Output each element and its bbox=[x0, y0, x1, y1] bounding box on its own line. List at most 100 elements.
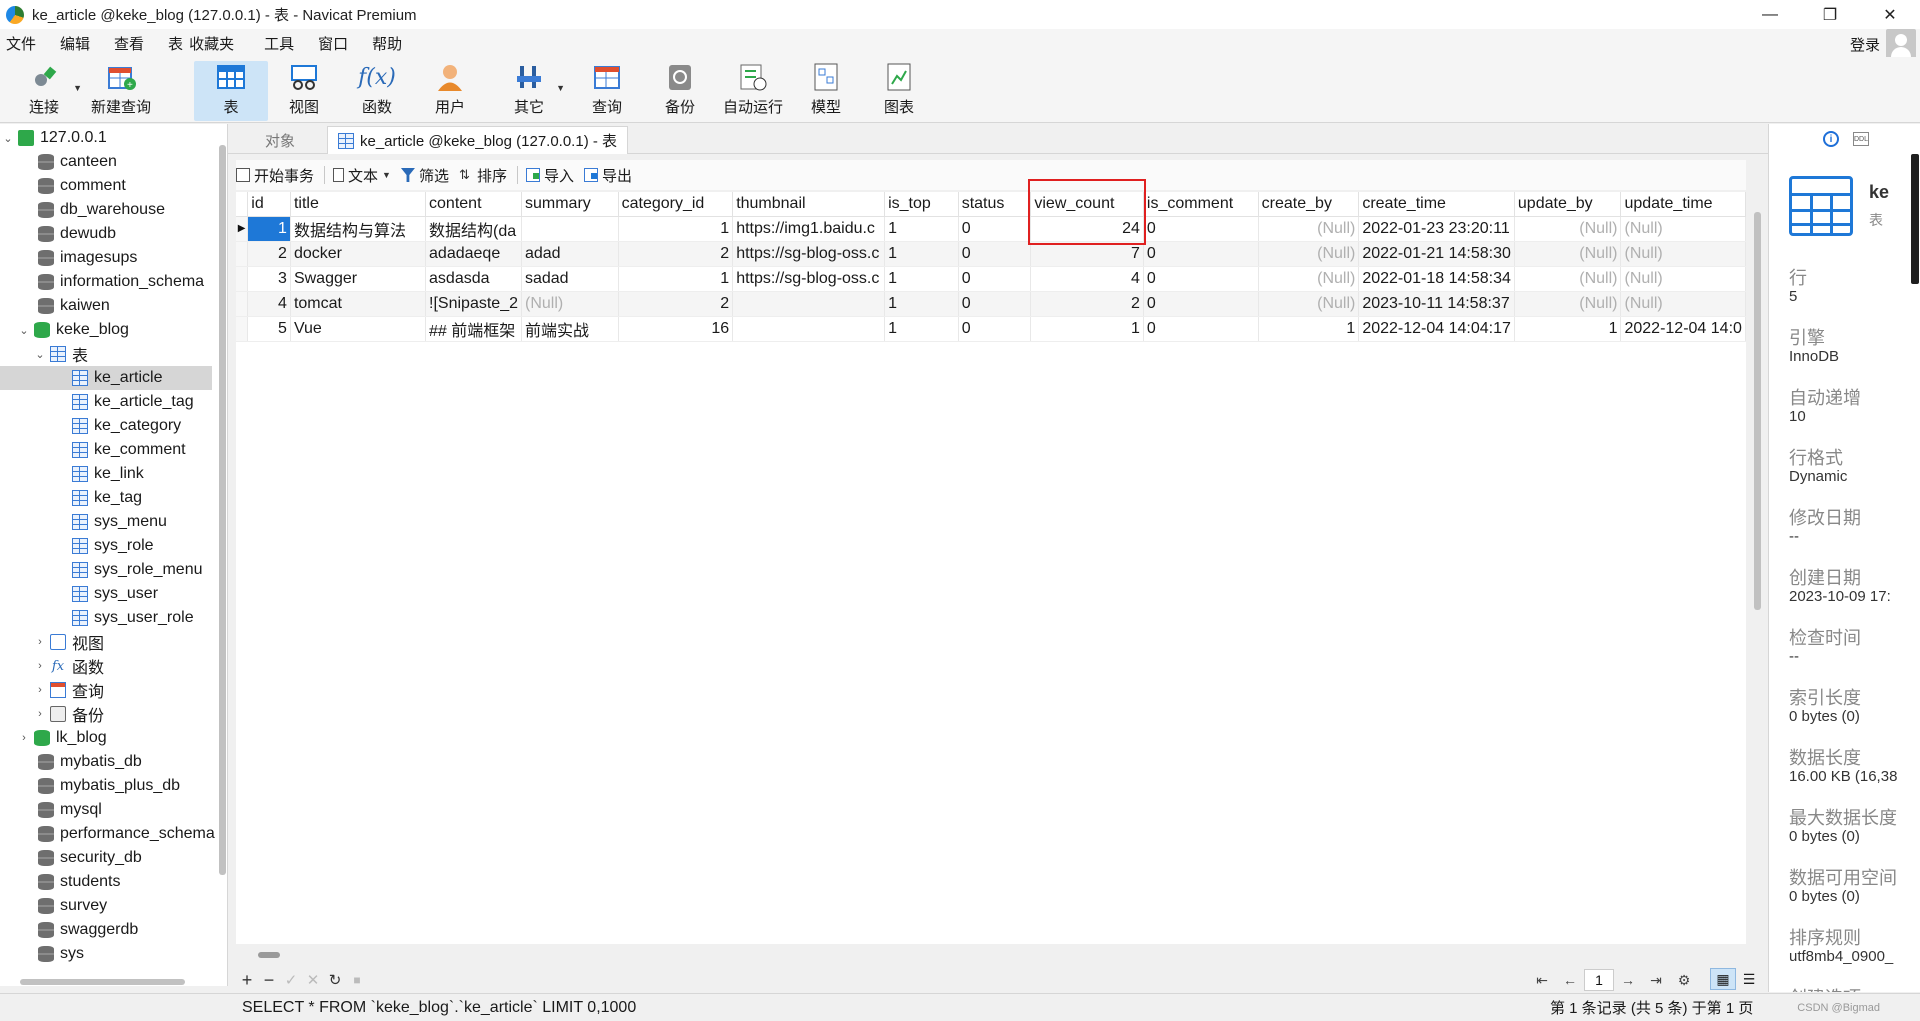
table-cell[interactable]: 1 bbox=[1030, 316, 1144, 342]
row-header[interactable] bbox=[236, 241, 249, 267]
discard-changes-button[interactable]: ✕ bbox=[302, 971, 324, 989]
column-header[interactable]: is_comment bbox=[1143, 192, 1259, 217]
avatar[interactable] bbox=[1886, 29, 1916, 59]
grid-scrollbar[interactable] bbox=[1754, 212, 1761, 610]
column-header[interactable]: update_by bbox=[1514, 192, 1622, 217]
table-cell[interactable]: 2 bbox=[618, 291, 734, 317]
column-header[interactable]: create_time bbox=[1358, 192, 1515, 217]
first-page-button[interactable]: ⇤ bbox=[1528, 972, 1556, 989]
tab-ke-article[interactable]: ke_article @keke_blog (127.0.0.1) - 表 bbox=[327, 126, 629, 154]
table-cell[interactable]: 2 bbox=[247, 241, 291, 267]
begin-transaction-button[interactable]: 开始事务 bbox=[236, 165, 314, 186]
chevron-down-icon[interactable]: ⌄ bbox=[34, 348, 46, 361]
row-header[interactable] bbox=[236, 266, 249, 292]
chevron-right-icon[interactable]: › bbox=[34, 660, 46, 672]
table-cell[interactable]: docker bbox=[290, 241, 427, 267]
table-cell[interactable]: 0 bbox=[958, 241, 1032, 267]
table-cell[interactable]: 前端实战 bbox=[521, 316, 619, 342]
table-cell[interactable]: 5 bbox=[247, 316, 291, 342]
table-cell[interactable]: https://img1.baidu.c bbox=[732, 216, 886, 242]
tree-folder-queries[interactable]: › 查询 bbox=[34, 678, 104, 702]
backup-button[interactable]: 备份 bbox=[658, 61, 702, 121]
chevron-down-icon[interactable]: ⌄ bbox=[18, 324, 30, 337]
current-row-indicator-icon[interactable]: ▶ bbox=[236, 216, 249, 242]
column-header[interactable]: id bbox=[247, 192, 291, 217]
export-button[interactable]: 导出 bbox=[584, 165, 632, 186]
tree-table-selected[interactable]: ke_article bbox=[0, 366, 212, 390]
table-cell[interactable]: (Null) bbox=[1514, 291, 1622, 317]
menu-help[interactable]: 帮助 bbox=[360, 33, 414, 54]
table-cell[interactable]: 24 bbox=[1030, 216, 1144, 242]
table-button[interactable]: 表 bbox=[194, 61, 268, 121]
tree-db[interactable]: db_warehouse bbox=[38, 198, 165, 222]
table-cell[interactable]: 1 bbox=[1258, 316, 1360, 342]
table-cell[interactable]: 2 bbox=[618, 241, 734, 267]
form-view-icon[interactable]: ☰ bbox=[1736, 968, 1762, 990]
table-cell[interactable]: 1 bbox=[884, 216, 959, 242]
tree-db[interactable]: mysql bbox=[38, 798, 102, 822]
tree-db[interactable]: imagesups bbox=[38, 246, 137, 270]
table-cell[interactable]: 0 bbox=[1143, 266, 1259, 292]
settings-icon[interactable]: ⚙ bbox=[1670, 972, 1698, 989]
user-button[interactable]: 用户 bbox=[428, 61, 472, 121]
table-cell[interactable]: 1 bbox=[618, 216, 734, 242]
tab-objects[interactable]: 对象 bbox=[236, 126, 324, 154]
tree-folder-tables[interactable]: ⌄ 表 bbox=[34, 342, 88, 366]
new-query-button[interactable]: + 新建查询 bbox=[88, 61, 154, 121]
next-page-button[interactable]: → bbox=[1614, 972, 1642, 988]
column-header[interactable]: update_time bbox=[1620, 192, 1746, 217]
tree-folder-functions[interactable]: › fx 函数 bbox=[34, 654, 104, 678]
chart-button[interactable]: 图表 bbox=[877, 61, 921, 121]
table-cell[interactable]: 0 bbox=[1143, 216, 1259, 242]
table-row[interactable]: 4 tomcat ![Snipaste_2 (Null) 2 1 0 2 0 (… bbox=[236, 291, 1746, 317]
chevron-right-icon[interactable]: › bbox=[34, 636, 46, 648]
chevron-down-icon[interactable]: ⌄ bbox=[2, 132, 14, 145]
table-cell[interactable]: (Null) bbox=[1258, 241, 1360, 267]
tree-db[interactable]: performance_schema bbox=[38, 822, 215, 846]
login-link[interactable]: 登录 bbox=[1850, 34, 1880, 55]
tree-table[interactable]: ke_comment bbox=[72, 438, 186, 462]
model-button[interactable]: 模型 bbox=[804, 61, 848, 121]
grid-view-icon[interactable]: ▦ bbox=[1710, 968, 1736, 990]
tree-table[interactable]: ke_category bbox=[72, 414, 181, 438]
tree-table[interactable]: sys_role_menu bbox=[72, 558, 203, 582]
tree-db[interactable]: › lk_blog bbox=[18, 726, 107, 750]
table-cell[interactable]: asdasda bbox=[425, 266, 522, 292]
table-cell[interactable]: (Null) bbox=[1620, 266, 1746, 292]
apply-changes-button[interactable]: ✓ bbox=[280, 971, 302, 989]
table-cell[interactable]: 2022-01-23 23:20:11 bbox=[1358, 216, 1515, 242]
table-cell[interactable]: 2 bbox=[1030, 291, 1144, 317]
query-button[interactable]: 查询 bbox=[585, 61, 629, 121]
table-cell[interactable]: 数据结构与算法 bbox=[290, 216, 427, 242]
menu-edit[interactable]: 编辑 bbox=[48, 33, 102, 54]
table-cell[interactable]: 1 bbox=[884, 266, 959, 292]
connect-button[interactable]: 连接 ▼ bbox=[20, 61, 82, 121]
table-cell[interactable]: 1 bbox=[247, 216, 291, 242]
table-cell[interactable]: 3 bbox=[247, 266, 291, 292]
chevron-right-icon[interactable]: › bbox=[18, 732, 30, 744]
tree-server[interactable]: ⌄ 127.0.0.1 bbox=[2, 126, 107, 150]
delete-record-button[interactable]: − bbox=[258, 970, 280, 991]
grid-horizontal-scrollbar[interactable] bbox=[258, 952, 280, 958]
column-header[interactable]: is_top bbox=[884, 192, 959, 217]
table-cell[interactable]: 1 bbox=[1514, 316, 1622, 342]
table-cell[interactable]: 0 bbox=[1143, 291, 1259, 317]
table-cell[interactable]: (Null) bbox=[1514, 241, 1622, 267]
table-cell[interactable]: 0 bbox=[958, 216, 1032, 242]
view-button[interactable]: 视图 bbox=[282, 61, 326, 121]
table-cell[interactable]: adad bbox=[521, 241, 619, 267]
table-cell[interactable]: https://sg-blog-oss.c bbox=[732, 266, 886, 292]
table-cell[interactable]: 2022-01-18 14:58:34 bbox=[1358, 266, 1515, 292]
column-header[interactable]: view_count bbox=[1030, 192, 1144, 217]
menu-view[interactable]: 查看 bbox=[102, 33, 156, 54]
table-cell[interactable]: Swagger bbox=[290, 266, 427, 292]
tree-db[interactable]: dewudb bbox=[38, 222, 116, 246]
column-header[interactable]: status bbox=[958, 192, 1032, 217]
tree-horizontal-scrollbar[interactable] bbox=[20, 979, 185, 985]
tree-db[interactable]: security_db bbox=[38, 846, 142, 870]
tree-table[interactable]: sys_user_role bbox=[72, 606, 194, 630]
menu-tools[interactable]: 工具 bbox=[246, 33, 306, 54]
ddl-icon[interactable]: DDL bbox=[1853, 132, 1869, 146]
tree-folder-views[interactable]: › 视图 bbox=[34, 630, 104, 654]
tree-table[interactable]: ke_tag bbox=[72, 486, 142, 510]
